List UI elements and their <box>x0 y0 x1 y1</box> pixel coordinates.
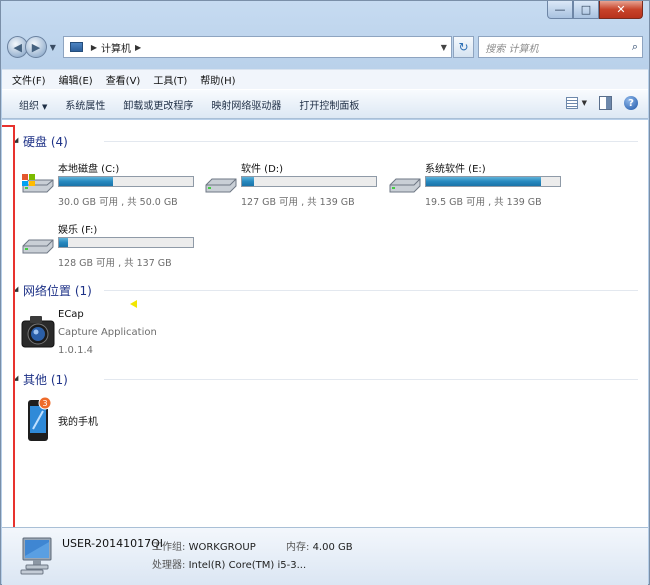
memory-value: 4.00 GB <box>312 542 353 553</box>
drive-usage-fill <box>59 238 68 247</box>
drive-item-d[interactable]: 软件 (D:) 127 GB 可用 , 共 139 GB <box>204 160 377 208</box>
window-controls: — □ ✕ <box>547 1 643 19</box>
other-item-phone[interactable]: 3 我的手机 <box>21 395 141 443</box>
search-input[interactable]: 搜索 计算机 ⌕ <box>478 36 644 58</box>
windows-drive-icon <box>22 174 54 193</box>
refresh-button[interactable]: ↻ <box>452 36 475 58</box>
hard-drive-icon <box>389 178 421 193</box>
network-item-version: 1.0.1.4 <box>58 345 93 356</box>
hard-drive-icon <box>205 178 237 193</box>
explorer-window: — □ ✕ ◀ ▶ ▼ ▶ 计算机 ▶ ▼ ↻ 搜索 计算机 ⌕ 文件(F) 编… <box>0 0 650 585</box>
minimize-button[interactable]: — <box>547 1 573 19</box>
recent-pages-dropdown-icon[interactable]: ▼ <box>50 43 56 52</box>
content-pane: ◢ 硬盘 (4) 本地磁盘 (C:) 30.0 GB 可用 , 共 50.0 G… <box>2 120 648 527</box>
menu-tools[interactable]: 工具(T) <box>153 72 187 87</box>
drive-space-info: 128 GB 可用 , 共 137 GB <box>58 258 172 269</box>
forward-button[interactable]: ▶ <box>25 36 47 58</box>
drive-name: 娱乐 (F:) <box>58 225 98 236</box>
group-header-hard-disks[interactable]: ◢ 硬盘 (4) <box>12 133 638 149</box>
view-controls: ▼ ? <box>565 96 638 110</box>
notification-badge: 3 <box>42 399 47 408</box>
computer-monitor-icon <box>20 537 52 575</box>
drive-usage-fill <box>242 177 254 186</box>
group-title-other: 其他 (1) <box>23 373 68 387</box>
drive-name: 本地磁盘 (C:) <box>58 164 120 175</box>
help-icon[interactable]: ? <box>624 96 638 110</box>
group-title-hard-disks: 硬盘 (4) <box>23 135 68 149</box>
view-options-chevron-icon[interactable]: ▼ <box>582 99 587 107</box>
network-item-desc: Capture Application <box>58 327 157 338</box>
drive-usage-bar <box>58 237 194 248</box>
workgroup-value: WORKGROUP <box>188 542 256 553</box>
menu-edit[interactable]: 编辑(E) <box>59 72 93 87</box>
drive-item-c[interactable]: 本地磁盘 (C:) 30.0 GB 可用 , 共 50.0 GB <box>21 160 194 208</box>
path-separator-icon[interactable]: ▶ <box>91 43 97 52</box>
cpu-label: 处理器: <box>152 560 186 571</box>
group-header-other[interactable]: ◢ 其他 (1) <box>12 371 638 387</box>
drive-space-info: 127 GB 可用 , 共 139 GB <box>241 197 355 208</box>
cursor-pointer-icon <box>130 300 137 308</box>
organize-button[interactable]: 组织 ▼ <box>19 97 47 112</box>
computer-icon <box>69 42 83 52</box>
menu-view[interactable]: 查看(V) <box>106 72 141 87</box>
drive-usage-fill <box>59 177 113 186</box>
drive-name: 系统软件 (E:) <box>425 164 486 175</box>
map-network-drive-button[interactable]: 映射网络驱动器 <box>211 97 281 112</box>
group-header-network[interactable]: ◢ 网络位置 (1) <box>12 282 638 298</box>
preview-pane-icon[interactable] <box>599 96 612 110</box>
memory-info: 内存: 4.00 GB <box>286 538 353 553</box>
system-properties-button[interactable]: 系统属性 <box>65 97 105 112</box>
camera-icon <box>21 316 55 348</box>
address-bar[interactable]: ▶ 计算机 ▶ ▼ <box>62 36 452 58</box>
drive-usage-fill <box>426 177 542 186</box>
command-bar: 组织 ▼ 系统属性 卸载或更改程序 映射网络驱动器 打开控制面板 ▼ ? <box>2 89 648 119</box>
close-button[interactable]: ✕ <box>599 1 643 19</box>
memory-label: 内存: <box>286 542 310 553</box>
details-pane: USER-20141017QI 工作组: WORKGROUP 内存: 4.00 … <box>2 527 648 585</box>
other-item-name: 我的手机 <box>58 417 98 428</box>
network-item-ecap[interactable]: ECap Capture Application 1.0.1.4 <box>21 309 181 357</box>
drive-space-info: 19.5 GB 可用 , 共 139 GB <box>425 197 542 208</box>
drive-usage-bar <box>241 176 377 187</box>
computer-name: USER-20141017QI <box>62 537 164 550</box>
phone-icon: 3 <box>28 396 52 441</box>
drive-usage-bar <box>58 176 194 187</box>
drive-item-e[interactable]: 系统软件 (E:) 19.5 GB 可用 , 共 139 GB <box>388 160 561 208</box>
network-item-name: ECap <box>58 309 84 320</box>
group-divider <box>104 290 638 291</box>
drive-usage-bar <box>425 176 561 187</box>
uninstall-program-button[interactable]: 卸载或更改程序 <box>123 97 193 112</box>
menu-file[interactable]: 文件(F) <box>12 72 46 87</box>
workgroup-label: 工作组: <box>152 542 186 553</box>
organize-label: 组织 <box>19 100 39 112</box>
chevron-down-icon: ▼ <box>42 102 48 111</box>
group-divider <box>104 379 638 380</box>
drive-space-info: 30.0 GB 可用 , 共 50.0 GB <box>58 197 178 208</box>
cpu-value: Intel(R) Core(TM) i5-3... <box>188 560 307 571</box>
menu-bar: 文件(F) 编辑(E) 查看(V) 工具(T) 帮助(H) <box>2 69 648 89</box>
change-view-icon[interactable] <box>565 97 578 109</box>
address-dropdown-icon[interactable]: ▼ <box>441 43 447 52</box>
workgroup-info: 工作组: WORKGROUP <box>152 538 256 553</box>
path-end-separator-icon[interactable]: ▶ <box>135 43 141 52</box>
group-title-network: 网络位置 (1) <box>23 284 92 298</box>
maximize-button[interactable]: □ <box>573 1 599 19</box>
highlight-box <box>2 125 15 535</box>
cpu-info: 处理器: Intel(R) Core(TM) i5-3... <box>152 556 306 571</box>
drive-item-f[interactable]: 娱乐 (F:) 128 GB 可用 , 共 137 GB <box>21 221 194 269</box>
hard-drive-icon <box>22 239 54 254</box>
group-divider <box>104 141 638 142</box>
breadcrumb-computer[interactable]: 计算机 <box>101 40 131 55</box>
search-placeholder: 搜索 计算机 <box>485 43 539 55</box>
menu-help[interactable]: 帮助(H) <box>200 72 235 87</box>
drive-name: 软件 (D:) <box>241 164 284 175</box>
search-icon[interactable]: ⌕ <box>632 40 638 54</box>
open-control-panel-button[interactable]: 打开控制面板 <box>299 97 359 112</box>
address-toolbar: ◀ ▶ ▼ ▶ 计算机 ▶ ▼ ↻ 搜索 计算机 ⌕ <box>7 33 644 61</box>
